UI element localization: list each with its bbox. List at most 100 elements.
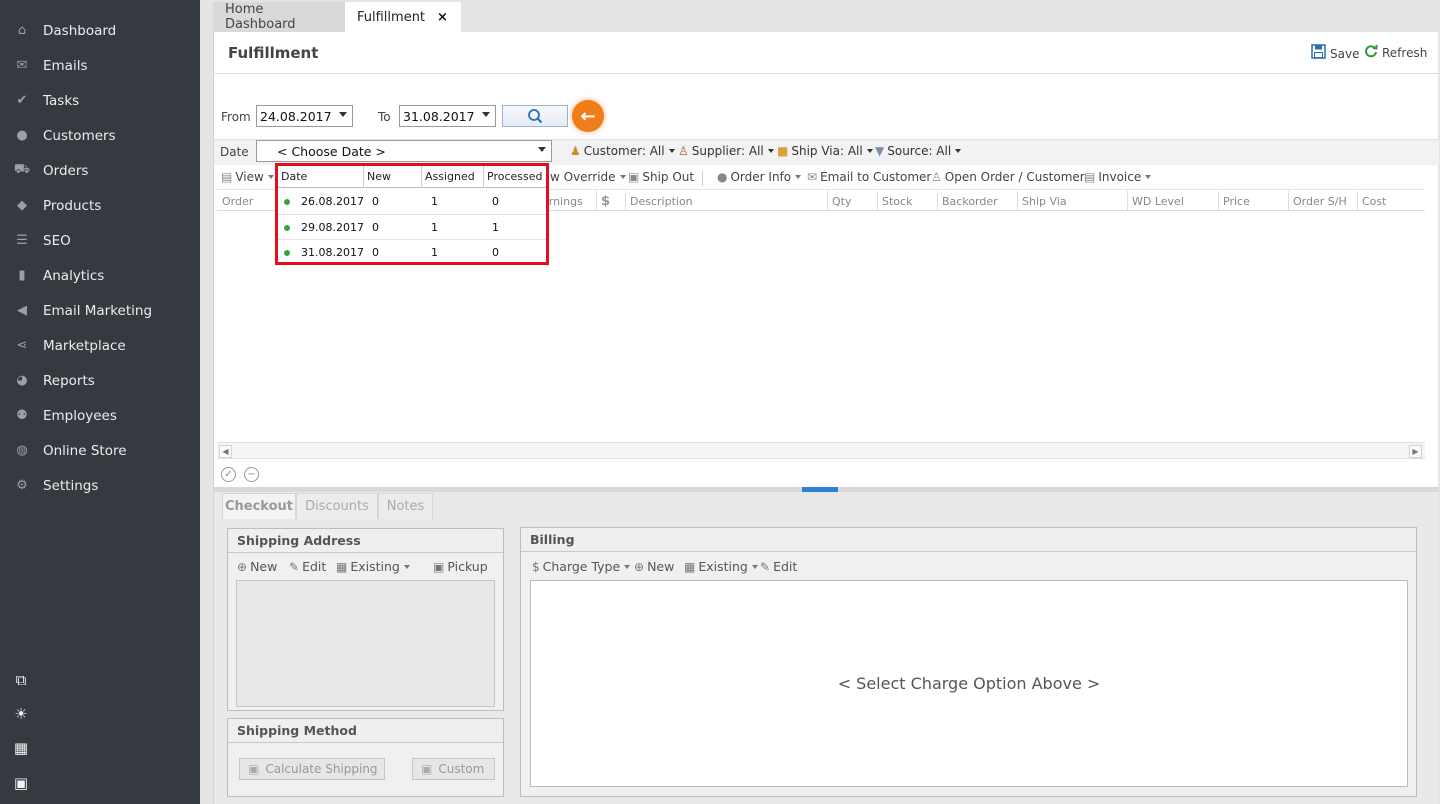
column-header-description[interactable]: Description bbox=[625, 191, 827, 211]
sidebar-item-label: Dashboard bbox=[43, 22, 117, 39]
sidebar-item-dashboard[interactable]: ⌂ Dashboard bbox=[0, 13, 200, 48]
column-header-order[interactable]: Order bbox=[218, 191, 276, 211]
sidebar-item-email-marketing[interactable]: ◀ Email Marketing bbox=[0, 293, 200, 328]
open-order-label: Open Order / Customer bbox=[944, 170, 1085, 184]
windows-icon[interactable]: ⧉ bbox=[11, 670, 31, 690]
tab-home-dashboard[interactable]: Home Dashboard bbox=[213, 2, 345, 32]
ship-via-filter-label: Ship Via: All bbox=[791, 144, 863, 158]
sidebar-item-settings[interactable]: ⚙ Settings bbox=[0, 468, 200, 503]
calculate-shipping-button[interactable]: ▣ Calculate Shipping bbox=[239, 758, 385, 780]
charge-type-button[interactable]: $ Charge Type bbox=[532, 559, 631, 574]
invoice-button[interactable]: ▤ Invoice bbox=[1084, 170, 1152, 184]
envelope-icon: ✉ bbox=[16, 58, 28, 73]
sidebar-item-online-store[interactable]: ◍ Online Store bbox=[0, 433, 200, 468]
sidebar-item-analytics[interactable]: ▮ Analytics bbox=[0, 258, 200, 293]
scroll-left-icon[interactable]: ◀ bbox=[219, 445, 232, 458]
edit-address-button[interactable]: ✎ Edit bbox=[289, 559, 326, 574]
popup-column-processed: Processed bbox=[484, 166, 546, 188]
edit-billing-button[interactable]: ✎ Edit bbox=[760, 559, 797, 574]
custom-shipping-button[interactable]: ▣ Custom bbox=[412, 758, 495, 780]
sidebar-item-orders[interactable]: ⛟ Orders bbox=[0, 153, 200, 188]
edit-label: Edit bbox=[302, 559, 327, 574]
sidebar-item-label: Employees bbox=[43, 407, 117, 424]
new-billing-button[interactable]: ⊕ New bbox=[634, 559, 674, 574]
popup-assigned-value: 1 bbox=[431, 195, 438, 208]
sidebar-item-tasks[interactable]: ✔ Tasks bbox=[0, 83, 200, 118]
email-customer-button[interactable]: ✉ Email to Customer bbox=[807, 170, 931, 184]
sidebar-item-customers[interactable]: ● Customers bbox=[0, 118, 200, 153]
sidebar-item-marketplace[interactable]: ⋖ Marketplace bbox=[0, 328, 200, 363]
ship-out-button[interactable]: ▣ Ship Out bbox=[628, 170, 694, 184]
status-dot-icon bbox=[284, 198, 290, 205]
dollar-circle-icon: $ bbox=[532, 559, 540, 574]
sidebar-item-employees[interactable]: ⚉ Employees bbox=[0, 398, 200, 433]
sidebar-item-seo[interactable]: ☰ SEO bbox=[0, 223, 200, 258]
to-date-picker[interactable]: 31.08.2017 bbox=[399, 105, 496, 127]
tab-notes[interactable]: Notes bbox=[378, 493, 433, 519]
scroll-right-icon[interactable]: ▶ bbox=[1409, 445, 1422, 458]
column-header-wd-level[interactable]: WD Level bbox=[1127, 191, 1218, 211]
lightbulb-icon[interactable]: ☀ bbox=[11, 704, 31, 724]
view-label: View bbox=[235, 170, 264, 184]
panel-header: Fulfillment Save Refresh bbox=[214, 32, 1439, 74]
refresh-button[interactable]: Refresh bbox=[1364, 44, 1427, 62]
column-header-ship-via[interactable]: Ship Via bbox=[1017, 191, 1127, 211]
tab-fulfillment[interactable]: Fulfillment × bbox=[345, 2, 461, 32]
new-address-button[interactable]: ⊕ New bbox=[237, 559, 277, 574]
override-button[interactable]: w Override bbox=[550, 170, 626, 184]
source-filter[interactable]: ▼ Source: All bbox=[875, 144, 962, 158]
popup-processed-value: 0 bbox=[492, 246, 499, 259]
column-header-dollar[interactable]: $ bbox=[596, 191, 625, 211]
column-header-price[interactable]: Price bbox=[1218, 191, 1288, 211]
from-date-picker[interactable]: 24.08.2017 bbox=[256, 105, 353, 127]
ship-via-filter[interactable]: ■ Ship Via: All bbox=[777, 144, 873, 158]
popup-row-date[interactable]: 31.08.2017 bbox=[284, 240, 364, 265]
existing-billing-button[interactable]: ▦ Existing bbox=[684, 559, 758, 574]
calculator-box-icon: ▣ bbox=[248, 762, 260, 776]
pickup-label: Pickup bbox=[447, 559, 488, 574]
calculator-icon[interactable]: ▦ bbox=[11, 738, 31, 758]
override-label: w Override bbox=[550, 170, 616, 184]
save-button[interactable]: Save bbox=[1311, 44, 1359, 63]
check-circle-icon[interactable]: ✓ bbox=[221, 467, 236, 482]
arrow-left-icon: ← bbox=[580, 105, 596, 127]
plus-circle-icon: ⊕ bbox=[237, 559, 248, 574]
popup-row-date[interactable]: 26.08.2017 bbox=[284, 189, 364, 214]
tab-discounts[interactable]: Discounts bbox=[296, 493, 378, 519]
close-icon[interactable]: × bbox=[437, 10, 448, 25]
sidebar-item-label: Marketplace bbox=[43, 337, 126, 354]
existing-label: Existing bbox=[698, 559, 748, 574]
sidebar-item-emails[interactable]: ✉ Emails bbox=[0, 48, 200, 83]
plus-circle-icon: ⊕ bbox=[634, 559, 645, 574]
column-header-cost[interactable]: Cost bbox=[1357, 191, 1425, 211]
new-label: New bbox=[250, 559, 278, 574]
customer-filter[interactable]: ♟ Customer: All bbox=[570, 144, 675, 158]
column-header-qty[interactable]: Qty bbox=[827, 191, 877, 211]
tab-checkout[interactable]: Checkout bbox=[222, 493, 296, 519]
cart-icon: ⛟ bbox=[13, 162, 31, 177]
date-summary-popup: Date New Assigned Processed 26.08.2017 0… bbox=[275, 163, 549, 265]
shipping-address-group: Shipping Address bbox=[227, 528, 504, 711]
sidebar-item-products[interactable]: ◆ Products bbox=[0, 188, 200, 223]
column-header-backorder[interactable]: Backorder bbox=[937, 191, 1017, 211]
pencil-icon: ✎ bbox=[760, 559, 771, 574]
pickup-button[interactable]: ▣ Pickup bbox=[433, 559, 488, 574]
minus-circle-icon[interactable]: − bbox=[244, 467, 259, 482]
open-order-button[interactable]: ♙ Open Order / Customer bbox=[931, 170, 1085, 184]
column-header-stock[interactable]: Stock bbox=[877, 191, 937, 211]
calendar-icon[interactable]: ▣ bbox=[11, 773, 31, 793]
choose-date-dropdown[interactable]: < Choose Date > bbox=[256, 140, 552, 162]
popup-row-date[interactable]: 29.08.2017 bbox=[284, 215, 364, 240]
existing-address-button[interactable]: ▦ Existing bbox=[336, 559, 410, 574]
horizontal-scrollbar[interactable]: ◀ ▶ bbox=[217, 442, 1425, 459]
view-button[interactable]: ▤ View bbox=[221, 170, 274, 184]
existing-label: Existing bbox=[350, 559, 400, 574]
search-button[interactable] bbox=[502, 105, 568, 127]
sidebar-item-reports[interactable]: ◕ Reports bbox=[0, 363, 200, 398]
caret-down-icon bbox=[624, 564, 631, 569]
back-arrow-button[interactable]: ← bbox=[572, 100, 604, 132]
order-info-button[interactable]: ● Order Info bbox=[717, 170, 802, 184]
supplier-filter[interactable]: ♙ Supplier: All bbox=[678, 144, 774, 158]
sidebar: ⌂ Dashboard ✉ Emails ✔ Tasks ● Customers ⛟ Or… bbox=[0, 0, 200, 804]
column-header-order-sh[interactable]: Order S/H bbox=[1288, 191, 1357, 211]
